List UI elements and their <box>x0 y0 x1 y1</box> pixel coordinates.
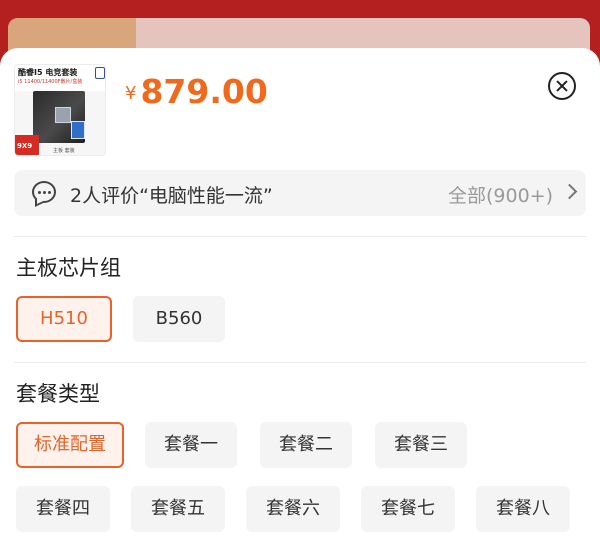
thumbnail-title: 酷睿I5 电竞套装 <box>18 68 78 77</box>
option-package-3[interactable]: 套餐三 <box>375 422 467 468</box>
option-package-2[interactable]: 套餐二 <box>260 422 352 468</box>
option-package-1[interactable]: 套餐一 <box>145 422 237 468</box>
all-reviews-link[interactable]: 全部(900+) <box>448 181 553 208</box>
option-package-7[interactable]: 套餐七 <box>361 486 455 532</box>
product-price: ¥879.00 <box>125 72 268 111</box>
option-chipset-b560[interactable]: B560 <box>133 296 225 342</box>
cpu-box-image <box>71 121 85 139</box>
section-title-chipset: 主板芯片组 <box>16 256 121 280</box>
close-icon[interactable] <box>548 72 576 100</box>
option-package-5[interactable]: 套餐五 <box>131 486 225 532</box>
review-summary-text: 2人评价“电脑性能一流” <box>70 185 273 207</box>
option-chipset-h510[interactable]: H510 <box>16 296 112 342</box>
currency-symbol: ¥ <box>125 83 137 104</box>
review-summary-bar[interactable]: 2人评价“电脑性能一流” 全部(900+) <box>14 170 586 216</box>
thumbnail-footer: 主板 套装 <box>53 148 75 154</box>
chevron-right-icon[interactable] <box>561 183 578 200</box>
price-amount: 879.00 <box>140 72 268 111</box>
option-package-8[interactable]: 套餐八 <box>476 486 570 532</box>
brand-logo-icon <box>95 67 105 79</box>
chat-bubble-icon <box>32 181 56 203</box>
option-package-standard[interactable]: 标准配置 <box>16 422 124 468</box>
thumbnail-subtitle: i5 11400/11400F散片/盒装 <box>18 79 83 85</box>
spec-selection-sheet: 酷睿I5 电竞套装 i5 11400/11400F散片/盒装 9X9 主板 套装… <box>0 48 600 551</box>
option-package-6[interactable]: 套餐六 <box>246 486 340 532</box>
divider <box>14 236 586 237</box>
divider <box>14 362 586 363</box>
section-title-package: 套餐类型 <box>16 382 100 406</box>
thumbnail-badge-text: 9X9 <box>17 142 33 150</box>
option-package-4[interactable]: 套餐四 <box>16 486 110 532</box>
product-thumbnail[interactable]: 酷睿I5 电竞套装 i5 11400/11400F散片/盒装 9X9 主板 套装 <box>14 64 106 156</box>
